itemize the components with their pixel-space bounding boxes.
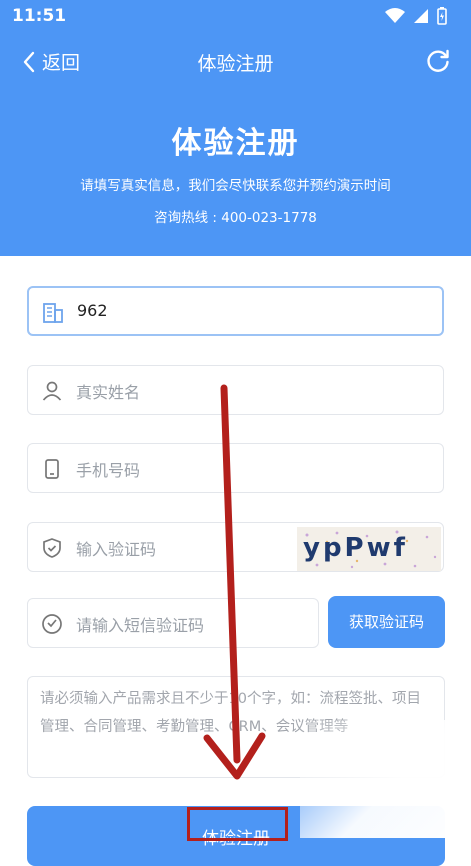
phone-placeholder: 手机号码	[76, 461, 141, 480]
captcha-image[interactable]: ypPwf	[297, 527, 441, 571]
hotline-text: 咨询热线 : 400-023-1778	[154, 210, 317, 226]
shield-icon	[43, 538, 61, 558]
name-field[interactable]: 真实姓名	[27, 365, 444, 415]
status-time: 11:51	[12, 6, 67, 26]
page-subtitle: 请填写真实信息，我们会尽快联系您并预约演示时间	[80, 178, 391, 194]
screen-glare	[300, 720, 471, 838]
status-bar: 11:51	[0, 0, 471, 34]
annotation-highlight-box	[187, 807, 288, 841]
company-value: 962	[77, 301, 108, 320]
refresh-icon[interactable]	[425, 48, 451, 74]
company-field[interactable]: 962	[27, 286, 444, 336]
nav-title: 体验注册	[197, 53, 274, 75]
building-icon	[43, 303, 63, 323]
battery-icon	[437, 7, 447, 25]
name-placeholder: 真实姓名	[76, 383, 141, 402]
status-icons	[385, 7, 447, 25]
user-icon	[42, 381, 62, 401]
page-title: 体验注册	[171, 126, 300, 161]
wifi-icon	[385, 8, 405, 23]
signal-icon	[414, 9, 428, 23]
header-banner: 11:51 返回 体验注册 体验注册 请填写真实信息，我们会尽快联系您并预约演示…	[0, 0, 471, 256]
nav-bar: 返回 体验注册	[0, 40, 471, 84]
phone-field[interactable]: 手机号码	[27, 443, 444, 493]
phone-icon	[45, 459, 59, 479]
captcha-text: ypPwf	[303, 533, 408, 563]
sms-code-field[interactable]: 请输入短信验证码	[27, 598, 319, 648]
get-sms-code-button[interactable]: 获取验证码	[328, 596, 445, 648]
verify-icon	[42, 614, 62, 634]
sms-code-placeholder: 请输入短信验证码	[76, 616, 205, 635]
captcha-placeholder: 输入验证码	[76, 540, 157, 559]
